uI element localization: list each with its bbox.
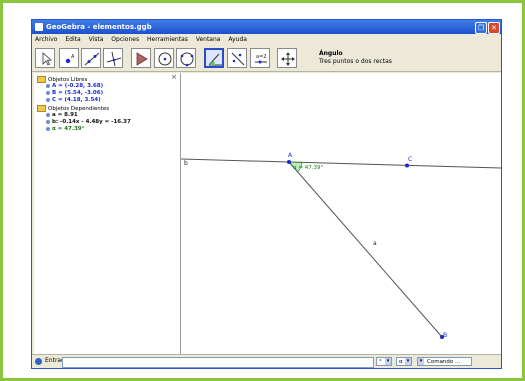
toolbar: A a=2 Ángulo Tres puntos o dos rectas [32, 45, 501, 72]
object-visibility-icon[interactable] [46, 112, 50, 117]
line-tool-button[interactable] [81, 48, 101, 68]
input-field[interactable] [62, 357, 374, 368]
move-tool-button[interactable] [35, 48, 55, 68]
circle-through-points-icon [180, 52, 194, 67]
algebra-view: × Objetos Libres A = (-0.28, 3.68) B = (… [34, 73, 181, 354]
point-tool-button[interactable]: A [59, 48, 79, 68]
graphics-view[interactable]: A C B b a α = 47.39° [180, 73, 501, 354]
slider-tool-button[interactable]: a=2 [250, 48, 270, 68]
menu-bar: Archivo Edita Vista Opciones Herramienta… [32, 34, 501, 45]
menu-ventana[interactable]: Ventana [196, 36, 221, 43]
label-line-b: b [184, 160, 188, 167]
folder-icon [37, 105, 46, 112]
symbol-select-degree[interactable]: ° ▾ [376, 357, 392, 366]
circle-tool-button[interactable] [154, 48, 174, 68]
menu-archivo[interactable]: Archivo [35, 36, 57, 43]
chevron-down-icon: ▾ [385, 358, 391, 365]
polygon-tool-button[interactable] [131, 48, 151, 68]
reflect-tool-button[interactable] [227, 48, 247, 68]
close-algebra-icon[interactable]: × [171, 73, 177, 81]
label-point-a: A [288, 152, 293, 159]
symbol-select-greek[interactable]: α ▾ [396, 357, 412, 366]
line-through-points-icon [84, 52, 100, 66]
folder-icon [37, 76, 46, 83]
perpendicular-tool-button[interactable] [103, 48, 123, 68]
graphics-canvas[interactable]: A C B b a α = 47.39° [180, 73, 501, 354]
polygon-icon [136, 52, 148, 66]
label-angle-alpha: α = 47.39° [293, 165, 323, 171]
input-bar: Entrada: ° ▾ α ▾ ▾ Comando ... [32, 354, 501, 368]
segment-a[interactable] [288, 161, 443, 338]
page-frame: GeoGebra - elementos.ggb ❐ ✕ Archivo Edi… [0, 0, 525, 381]
cursor-arrow-icon [42, 52, 52, 66]
slider-icon: a=2 [255, 54, 267, 64]
reflect-line-icon [231, 52, 245, 66]
line-b[interactable] [180, 158, 501, 169]
active-tool-description: Tres puntos o dos rectas [319, 58, 392, 65]
svg-text:A: A [71, 54, 75, 60]
circle-icon [158, 52, 172, 66]
geogebra-logo-icon [35, 23, 43, 31]
algebra-item-point-c[interactable]: C = (4.18, 3.54) [46, 97, 101, 104]
label-point-b: B [443, 332, 447, 339]
move-view-tool-button[interactable] [277, 48, 297, 68]
object-visibility-icon[interactable] [46, 83, 50, 88]
chevron-down-icon: ▾ [418, 358, 424, 365]
window-title: GeoGebra - elementos.ggb [46, 23, 152, 31]
conic-tool-button[interactable] [176, 48, 196, 68]
title-bar[interactable]: GeoGebra - elementos.ggb ❐ ✕ [32, 20, 501, 34]
point-c[interactable] [405, 163, 409, 168]
label-point-c: C [408, 156, 412, 163]
algebra-item-line-b[interactable]: b: -0.14x - 4.48y = -16.37 [46, 119, 131, 126]
algebra-item-point-b[interactable]: B = (5.54, -3.06) [46, 90, 103, 97]
menu-ayuda[interactable]: Ayuda [228, 36, 247, 43]
point-a[interactable] [287, 160, 291, 164]
object-visibility-icon[interactable] [46, 90, 50, 95]
algebra-item-point-a[interactable]: A = (-0.28, 3.68) [46, 83, 103, 90]
move-arrows-icon [281, 52, 295, 66]
angle-icon [208, 53, 222, 66]
point-icon: A [65, 54, 75, 64]
object-visibility-icon[interactable] [46, 97, 50, 102]
restore-button[interactable]: ❐ [475, 22, 487, 34]
menu-vista[interactable]: Vista [89, 36, 104, 43]
object-visibility-icon[interactable] [46, 119, 50, 124]
command-select[interactable]: ▾ Comando ... [417, 357, 472, 366]
help-icon[interactable] [35, 358, 42, 365]
perpendicular-line-icon [106, 51, 122, 67]
close-button[interactable]: ✕ [488, 22, 500, 34]
app-window: GeoGebra - elementos.ggb ❐ ✕ Archivo Edi… [31, 19, 502, 369]
algebra-item-segment-a[interactable]: a = 8.91 [46, 112, 78, 119]
menu-opciones[interactable]: Opciones [111, 36, 139, 43]
menu-edita[interactable]: Edita [65, 36, 80, 43]
angle-tool-button[interactable] [204, 48, 224, 68]
svg-text:a=2: a=2 [256, 54, 266, 60]
label-segment-a: a [373, 240, 377, 247]
algebra-item-angle[interactable]: α = 47.39° [46, 126, 84, 133]
active-tool-title: Ángulo [319, 50, 343, 57]
object-visibility-icon[interactable] [46, 126, 50, 131]
chevron-down-icon: ▾ [405, 358, 411, 365]
menu-herramientas[interactable]: Herramientas [147, 36, 188, 43]
